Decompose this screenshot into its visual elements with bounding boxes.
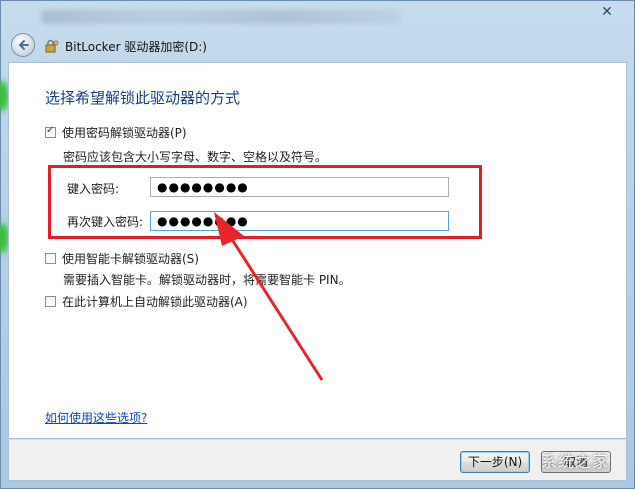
next-button[interactable]: 下一步(N): [460, 451, 530, 473]
password-option-label[interactable]: 使用密码解锁驱动器(P): [62, 124, 187, 141]
window-title: BitLocker 驱动器加密(D:): [65, 40, 207, 54]
dialog-content: 选择希望解锁此驱动器的方式 使用密码解锁驱动器(P) 密码应该包含大小写字母、数…: [8, 62, 627, 439]
back-arrow-icon: [18, 40, 29, 50]
smartcard-note: 需要插入智能卡。解锁驱动器时，将需要智能卡 PIN。: [63, 273, 351, 287]
autounlock-option-label[interactable]: 在此计算机上自动解锁此驱动器(A): [62, 293, 248, 310]
password-checkbox[interactable]: [45, 125, 56, 138]
close-button[interactable]: ✕: [596, 3, 618, 21]
smartcard-checkbox[interactable]: [45, 253, 56, 264]
dialog-footer: 下一步(N) 取消: [8, 439, 627, 481]
help-link[interactable]: 如何使用这些选项?: [45, 409, 147, 426]
smartcard-option-row[interactable]: 使用智能卡解锁驱动器(S): [45, 250, 199, 267]
password-option-row[interactable]: 使用密码解锁驱动器(P): [45, 124, 187, 141]
smartcard-option-label[interactable]: 使用智能卡解锁驱动器(S): [62, 250, 199, 267]
page-title: 选择希望解锁此驱动器的方式: [45, 89, 241, 107]
autounlock-option-row[interactable]: 在此计算机上自动解锁此驱动器(A): [45, 293, 248, 310]
back-button[interactable]: [11, 33, 35, 57]
password-note: 密码应该包含大小写字母、数字、空格以及符号。: [63, 150, 328, 164]
annotation-highlight-box: [48, 165, 482, 239]
blurred-titlebar-text: [41, 10, 401, 24]
watermark-logo: 系统之家: [540, 452, 609, 471]
navigation-bar: BitLocker 驱动器加密(D:): [9, 31, 629, 61]
autounlock-checkbox[interactable]: [45, 296, 56, 307]
bitlocker-icon: [45, 39, 59, 53]
